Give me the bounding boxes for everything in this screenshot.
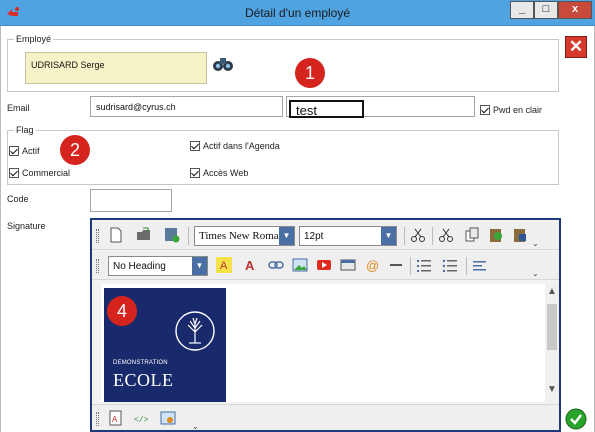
toolbar-separator	[432, 227, 433, 245]
binoculars-icon[interactable]	[212, 55, 234, 73]
heading-select[interactable]: No Heading ▼	[108, 256, 208, 276]
flag-group: Flag	[7, 125, 559, 185]
web-access-checkbox[interactable]: Accès Web	[190, 168, 248, 178]
pwd-clear-label: Pwd en clair	[493, 105, 543, 115]
scroll-down-icon[interactable]: ▼	[545, 384, 559, 398]
email-input[interactable]: sudrisard@cyrus.ch	[90, 96, 283, 117]
preview-icon[interactable]	[160, 410, 176, 426]
chevron-down-icon: ▼	[381, 227, 396, 245]
paste-icon[interactable]	[488, 227, 504, 243]
commercial-checkbox[interactable]: Commercial	[9, 168, 70, 178]
toolbar-overflow-icon[interactable]: ⌄	[192, 422, 199, 431]
font-family-value: Times New Roman	[199, 230, 285, 242]
numbered-list-icon[interactable]	[416, 257, 432, 273]
title-bar: Détail d'un employé _ □ x	[0, 0, 595, 26]
editor-toolbar-format: No Heading ▼ A A @ ⌄	[92, 252, 559, 280]
close-form-icon[interactable]: ✕	[565, 36, 587, 58]
image-icon[interactable]	[292, 257, 308, 273]
heading-value: No Heading	[113, 261, 166, 272]
web-access-label: Accès Web	[203, 168, 249, 178]
flag-legend: Flag	[16, 125, 34, 135]
link-icon[interactable]	[268, 257, 284, 273]
toolbar-grip-icon[interactable]	[96, 229, 99, 243]
annotation-marker-2: 2	[60, 135, 90, 165]
toolbar-separator	[188, 227, 189, 245]
email-link-icon[interactable]: @	[364, 257, 380, 273]
signature-editor: Times New Roman ▼ 12pt ▼ ⌄ No Heading ▼ …	[90, 218, 561, 432]
code-label: Code	[7, 194, 29, 204]
font-size-value: 12pt	[304, 231, 324, 242]
font-family-select[interactable]: Times New Roman ▼	[194, 226, 295, 246]
actif-label: Actif	[22, 146, 40, 156]
toolbar-overflow-icon[interactable]: ⌄	[532, 239, 539, 248]
agenda-label: Actif dans l'Agenda	[203, 141, 280, 151]
annotation-marker-1: 1	[295, 58, 325, 88]
open-folder-icon[interactable]	[136, 227, 152, 243]
table-icon[interactable]	[340, 257, 356, 273]
editor-scrollbar[interactable]: ▲ ▼	[545, 284, 559, 402]
minimize-button[interactable]: _	[510, 1, 534, 19]
email-label: Email	[7, 103, 30, 113]
employe-legend: Employé	[16, 34, 52, 44]
editor-toolbar-top: Times New Roman ▼ 12pt ▼ ⌄	[92, 222, 559, 250]
agenda-checkbox[interactable]: Actif dans l'Agenda	[190, 141, 280, 151]
code-input[interactable]	[90, 189, 172, 212]
horizontal-rule-icon[interactable]	[388, 257, 404, 273]
toolbar-overflow-icon[interactable]: ⌄	[532, 269, 539, 278]
signature-label: Signature	[7, 221, 46, 231]
pwd-clear-checkbox[interactable]: Pwd en clair	[480, 105, 542, 115]
checkbox-checked-icon	[9, 146, 19, 156]
svg-text:A: A	[220, 260, 228, 272]
checkbox-checked-icon	[9, 168, 19, 178]
svg-text:@: @	[366, 258, 379, 273]
logo-line-ecole: ECOLE	[113, 370, 174, 390]
paste-word-icon[interactable]	[512, 227, 528, 243]
toolbar-grip-icon[interactable]	[96, 259, 99, 273]
checkbox-checked-icon	[480, 105, 490, 115]
font-color-icon[interactable]: A	[242, 257, 258, 273]
scissors-icon[interactable]	[438, 227, 454, 243]
toolbar-separator	[410, 257, 411, 275]
html-view-icon[interactable]: </>	[134, 410, 150, 426]
checkbox-checked-icon	[190, 141, 200, 151]
window-title: Détail d'un employé	[244, 6, 351, 20]
cut-icon[interactable]	[410, 227, 426, 243]
scroll-thumb[interactable]	[547, 304, 557, 350]
password-value[interactable]: test	[289, 100, 364, 118]
highlight-icon[interactable]: A	[216, 257, 232, 273]
bullet-list-icon[interactable]	[442, 257, 458, 273]
actif-checkbox[interactable]: Actif	[9, 146, 40, 156]
window-close-button[interactable]: x	[558, 1, 592, 19]
toolbar-separator	[404, 227, 405, 245]
save-icon[interactable]	[164, 227, 180, 243]
toolbar-separator	[466, 257, 467, 275]
toolbar-grip-icon[interactable]	[96, 412, 99, 426]
svg-text:A: A	[112, 415, 118, 424]
maximize-button[interactable]: □	[534, 1, 558, 19]
chevron-down-icon: ▼	[279, 227, 294, 245]
svg-text:A: A	[245, 258, 255, 273]
commercial-label: Commercial	[22, 168, 71, 178]
editor-toolbar-bottom: A </> ⌄	[92, 404, 559, 431]
employee-name-field[interactable]: UDRISARD Serge	[25, 52, 207, 84]
align-left-icon[interactable]	[472, 257, 488, 273]
checkbox-checked-icon	[190, 168, 200, 178]
font-size-select[interactable]: 12pt ▼	[299, 226, 397, 246]
new-document-icon[interactable]	[108, 227, 124, 243]
copy-icon[interactable]	[464, 227, 480, 243]
logo-line-demonstration: DEMONSTRATION	[113, 360, 168, 366]
chevron-down-icon: ▼	[192, 257, 207, 275]
design-view-icon[interactable]: A	[108, 410, 124, 426]
annotation-marker-4: 4	[107, 296, 137, 326]
video-icon[interactable]	[316, 257, 332, 273]
tree-emblem-icon	[175, 311, 215, 351]
ok-check-icon[interactable]	[565, 408, 587, 430]
svg-text:</>: </>	[134, 416, 149, 425]
scroll-up-icon[interactable]: ▲	[545, 286, 559, 300]
